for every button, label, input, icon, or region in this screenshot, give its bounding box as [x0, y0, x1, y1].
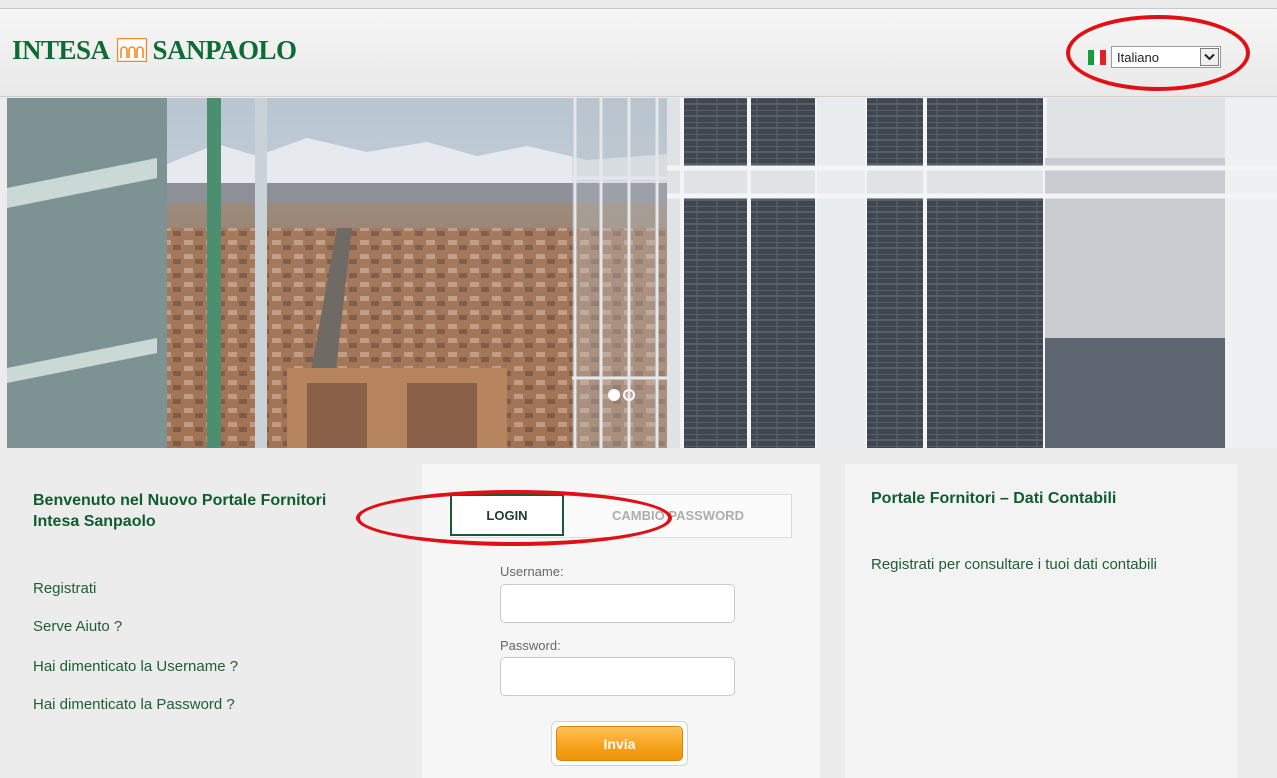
language-value: Italiano	[1117, 49, 1159, 65]
language-selector[interactable]: Italiano	[1088, 46, 1221, 68]
hero-image	[7, 98, 1277, 448]
login-tabs: LOGIN CAMBIO PASSWORD	[450, 494, 792, 538]
header: INTESA SANPAOLO Italiano	[0, 9, 1277, 97]
welcome-panel: Benvenuto nel Nuovo Portale Fornitori In…	[7, 464, 396, 778]
brand-logo[interactable]: INTESA SANPAOLO	[12, 33, 297, 67]
accounting-title: Portale Fornitori – Dati Contabili	[871, 490, 1117, 507]
submit-wrapper: Invia	[551, 721, 688, 766]
forgot-username-link[interactable]: Hai dimenticato la Username ?	[33, 658, 238, 675]
welcome-title: Benvenuto nel Nuovo Portale Fornitori In…	[33, 492, 327, 530]
accounting-register-link[interactable]: Registrati per consultare i tuoi dati co…	[871, 556, 1201, 574]
slide-dot[interactable]	[623, 389, 635, 401]
chevron-down-icon[interactable]	[1200, 48, 1219, 66]
password-field[interactable]	[500, 657, 735, 696]
login-panel: LOGIN CAMBIO PASSWORD Username: Password…	[422, 464, 820, 778]
hero-banner	[7, 98, 1277, 448]
logo-text-sanpaolo: SANPAOLO	[152, 35, 298, 65]
register-link[interactable]: Registrati	[33, 580, 96, 597]
slide-indicators	[608, 389, 635, 401]
logo-text-intesa: INTESA	[12, 35, 110, 65]
slide-dot-active[interactable]	[608, 389, 620, 401]
username-field[interactable]	[500, 584, 735, 623]
accounting-panel: Portale Fornitori – Dati Contabili Regis…	[845, 464, 1238, 778]
tab-login[interactable]: LOGIN	[450, 494, 564, 536]
password-label: Password:	[500, 638, 561, 653]
logo-arches-icon	[116, 38, 147, 62]
forgot-password-link[interactable]: Hai dimenticato la Password ?	[33, 696, 235, 713]
help-link[interactable]: Serve Aiuto ?	[33, 618, 122, 635]
italy-flag-icon	[1088, 49, 1106, 65]
username-label: Username:	[500, 564, 564, 579]
submit-button[interactable]: Invia	[556, 726, 683, 761]
tab-change-password[interactable]: CAMBIO PASSWORD	[567, 495, 789, 535]
language-dropdown[interactable]: Italiano	[1111, 46, 1221, 68]
